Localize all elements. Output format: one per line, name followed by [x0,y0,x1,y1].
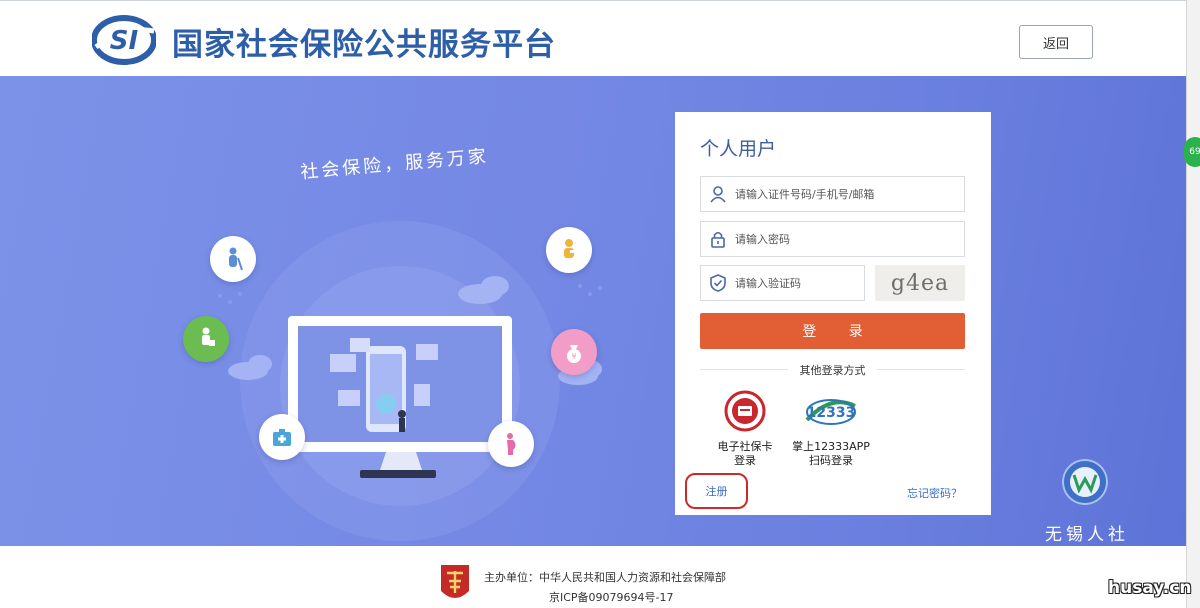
password-field[interactable] [700,221,965,257]
app-12333-login[interactable]: 12333 掌上12333APP 扫码登录 [786,390,876,468]
footer-icp: 京ICP备09079694号-17 [549,591,674,604]
money-bag-icon: ¥ [551,329,597,375]
watermark-text: husay.cn [1108,578,1192,598]
captcha-text: g4ea [890,270,950,296]
app-12333-label-1: 掌上12333APP [792,440,870,453]
wuxi-hr-text: 无锡人社 [1045,525,1129,545]
svg-text:¥: ¥ [571,352,576,361]
user-icon [710,186,726,203]
e-social-card-login[interactable]: 电子社保卡 登录 [700,390,790,468]
government-emblem-icon [441,565,469,598]
e-social-card-label-1: 电子社保卡 [717,440,773,453]
lock-icon [711,231,725,248]
password-input[interactable] [735,232,945,246]
si-logo-icon: SI [92,15,156,65]
worker-icon [183,316,229,362]
site-title: 国家社会保险公共服务平台 [172,27,556,63]
injury-person-icon [546,227,592,273]
app-12333-badge-text: 12333 [807,405,856,421]
site-header: SI 国家社会保险公共服务平台 返回 [0,0,1186,76]
page: SI 国家社会保险公共服务平台 返回 社会保险，服务万家 ¥ 无锡人社 个人用户… [0,0,1200,608]
hero-banner: 社会保险，服务万家 ¥ 无锡人社 [0,76,1186,546]
side-floating-badge[interactable]: 69 [1184,137,1200,167]
username-input[interactable] [735,187,945,201]
other-login-divider: 其他登录方式 [700,362,965,377]
scrollbar-track[interactable] [1186,0,1200,608]
app-12333-label-2: 扫码登录 [809,454,853,467]
divider-line-right [877,369,965,370]
login-button[interactable]: 登 录 [700,313,965,349]
e-social-card-icon [724,390,766,432]
username-field[interactable] [700,176,965,212]
captcha-image[interactable]: g4ea [875,265,965,301]
login-title: 个人用户 [700,138,777,160]
wuxi-hr-logo-icon [1062,459,1108,505]
logo-text: SI [110,26,139,56]
pregnant-woman-icon [488,421,534,467]
back-button[interactable]: 返回 [1019,25,1093,59]
captcha-field[interactable] [700,265,865,301]
footer-sponsor: 主办单位：中华人民共和国人力资源和社会保障部 [484,571,726,584]
elderly-person-icon [210,236,256,282]
forgot-password-link[interactable]: 忘记密码？ [907,485,962,501]
e-social-card-label-2: 登录 [734,454,756,467]
app-12333-icon: 12333 [805,399,856,425]
medical-kit-icon [259,414,305,460]
captcha-input[interactable] [735,276,855,290]
login-card: 个人用户 g4ea 登 录 其他登录方式 [675,112,991,515]
other-login-label: 其他登录方式 [799,364,866,377]
register-link[interactable]: 注册 [685,473,748,509]
shield-check-icon [710,274,726,292]
